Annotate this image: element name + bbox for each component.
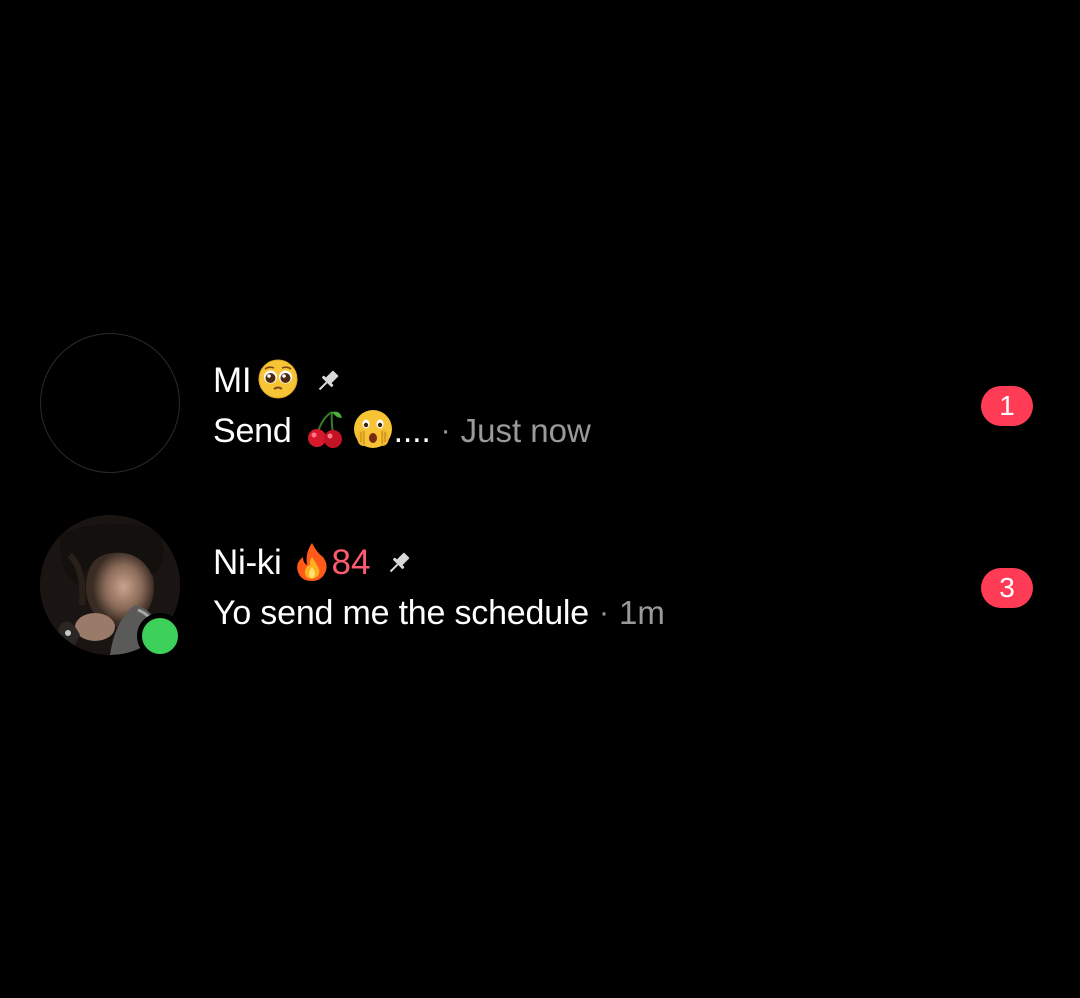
streak-count: 84 [331, 543, 371, 582]
fire-icon [295, 541, 329, 586]
cherries-icon [304, 408, 346, 455]
chat-preview-line: Send .... · Just now [213, 409, 591, 453]
hand-over-mouth-face-icon [352, 408, 394, 455]
chat-row-ni-ki[interactable]: Ni-ki 84 Yo send me the schedule · 1m 3 [0, 511, 1080, 661]
chat-name-line: Ni-ki 84 [213, 541, 414, 585]
separator: · [440, 414, 451, 447]
avatar[interactable] [40, 333, 180, 473]
pin-icon [313, 366, 343, 396]
chat-row-mi[interactable]: MI Send .... · Just now 1 [0, 329, 1080, 479]
timestamp: 1m [618, 594, 665, 631]
online-status-indicator [137, 613, 183, 659]
pleading-face-icon [257, 358, 299, 405]
timestamp: Just now [460, 412, 591, 449]
unread-badge: 1 [981, 386, 1033, 426]
chat-list: MI Send .... · Just now 1 Ni-ki 84 Yo se… [0, 0, 1080, 998]
chat-name: Ni-ki [213, 543, 282, 582]
message-preview: Send [213, 411, 292, 450]
separator: · [598, 596, 609, 629]
chat-name-line: MI [213, 359, 343, 403]
unread-badge: 3 [981, 568, 1033, 608]
pin-icon [384, 548, 414, 578]
chat-name: MI [213, 361, 252, 400]
chat-preview-line: Yo send me the schedule · 1m [213, 591, 665, 635]
message-preview-trailing: .... [393, 411, 431, 450]
message-preview: Yo send me the schedule [213, 593, 589, 632]
